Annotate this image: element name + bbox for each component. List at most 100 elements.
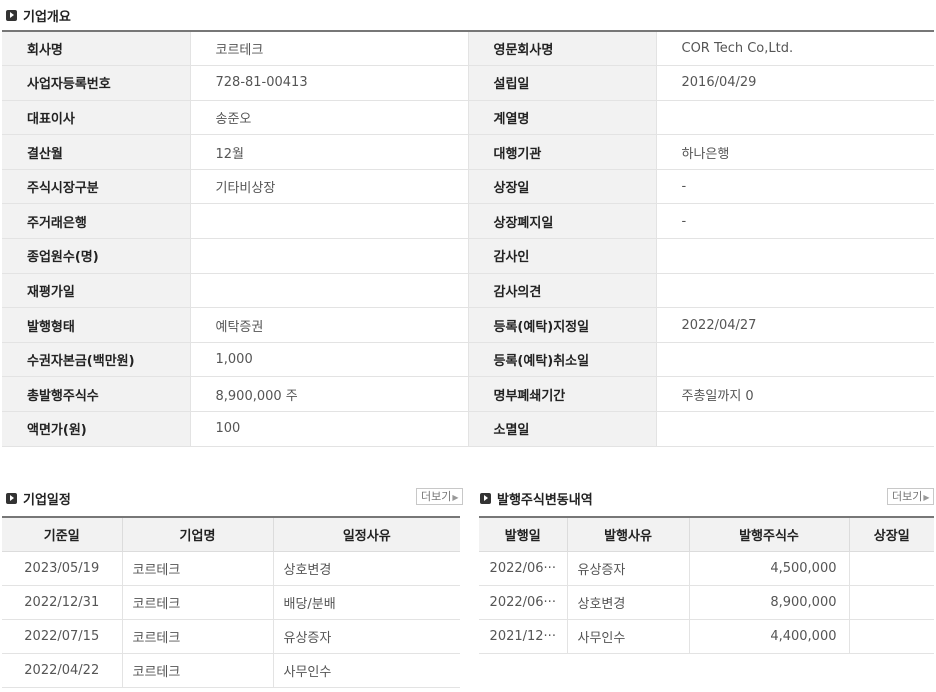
overview-label: 재평가일 [2, 273, 190, 309]
shares-more-label: 더보기 [892, 490, 923, 503]
shares-row: 2022/06··· 상호변경 8,900,000 [479, 585, 934, 620]
overview-value [655, 273, 934, 309]
overview-value: 12월 [189, 134, 468, 170]
overview-row: 수권자본금(백만원) 1,000 등록(예탁)취소일 [2, 342, 934, 378]
schedule-cell: 2022/07/15 [2, 619, 122, 654]
overview-value: 1,000 [189, 342, 468, 378]
schedule-section-title: 기업일정 [6, 489, 71, 508]
chevron-right-icon: ▶ [923, 493, 930, 502]
overview-row: 주식시장구분 기타비상장 상장일 - [2, 169, 934, 205]
overview-table: 회사명 코르테크 영문회사명 COR Tech Co,Ltd. 사업자등록번호 728-8… [2, 30, 934, 447]
overview-label: 대표이사 [2, 100, 190, 136]
shares-table-body: 2022/06··· 유상증자 4,500,000 2022/06··· 상호변경 8,9… [479, 551, 934, 654]
shares-cell: 2022/06··· [479, 551, 567, 586]
overview-value [189, 238, 468, 274]
shares-title-text: 발행주식변동내역 [497, 493, 593, 508]
overview-row: 주거래은행 상장폐지일 - [2, 203, 934, 240]
overview-value: 송준오 [189, 100, 468, 136]
overview-value [655, 100, 934, 136]
overview-value: 예탁증권 [189, 307, 468, 343]
overview-row: 재평가일 감사의견 [2, 273, 934, 309]
overview-row: 사업자등록번호 728-81-00413 설립일 2016/04/29 [2, 65, 934, 101]
overview-label: 계열명 [467, 100, 656, 136]
overview-value: 2022/04/27 [655, 307, 934, 343]
overview-value: COR Tech Co,Ltd. [655, 31, 934, 67]
schedule-cell: 코르테크 [121, 653, 273, 688]
overview-row: 액면가(원) 100 소멸일 [2, 411, 934, 447]
triangle-bullet-icon [480, 493, 491, 504]
schedule-cell: 상호변경 [272, 551, 460, 586]
schedule-row: 2022/04/22 코르테크 사무인수 [2, 653, 460, 688]
overview-label: 상장폐지일 [467, 203, 656, 240]
schedule-cell: 2022/12/31 [2, 585, 122, 620]
overview-value [655, 238, 934, 274]
overview-row: 발행형태 예탁증권 등록(예탁)지정일 2022/04/27 [2, 307, 934, 343]
schedule-cell: 코르테크 [121, 619, 273, 654]
shares-cell: 상호변경 [566, 585, 689, 620]
overview-label: 소멸일 [467, 411, 656, 447]
overview-value: - [655, 169, 934, 205]
overview-value [189, 273, 468, 309]
overview-row: 대표이사 송준오 계열명 [2, 100, 934, 136]
overview-label: 상장일 [467, 169, 656, 205]
overview-value: 주총일까지 0 [655, 376, 934, 413]
shares-cell: 8,900,000 [688, 585, 849, 620]
overview-title-text: 기업개요 [23, 10, 71, 25]
overview-label: 사업자등록번호 [2, 65, 190, 101]
overview-value: 2016/04/29 [655, 65, 934, 101]
schedule-table: 기준일 기업명 일정사유 2023/05/19 코르테크 상호변경 2022/12/31 코… [2, 516, 460, 688]
shares-column-header: 발행주식수 [688, 517, 849, 552]
schedule-cell: 2023/05/19 [2, 551, 122, 586]
schedule-row: 2022/12/31 코르테크 배당/분배 [2, 585, 460, 620]
overview-label: 감사의견 [467, 273, 656, 309]
shares-row: 2021/12··· 사무인수 4,400,000 [479, 619, 934, 654]
overview-value: - [655, 203, 934, 240]
overview-value: 8,900,000 주 [189, 376, 468, 413]
schedule-table-body: 2023/05/19 코르테크 상호변경 2022/12/31 코르테크 배당/분배 202… [2, 551, 460, 688]
shares-cell: 유상증자 [566, 551, 689, 586]
overview-value [655, 342, 934, 378]
overview-label: 등록(예탁)취소일 [467, 342, 656, 378]
overview-value: 기타비상장 [189, 169, 468, 205]
shares-cell [848, 551, 934, 586]
overview-label: 주식시장구분 [2, 169, 190, 205]
shares-column-header: 상장일 [848, 517, 934, 552]
overview-label: 대행기관 [467, 134, 656, 170]
overview-row: 종업원수(명) 감사인 [2, 238, 934, 274]
shares-cell: 사무인수 [566, 619, 689, 654]
overview-table-body: 회사명 코르테크 영문회사명 COR Tech Co,Ltd. 사업자등록번호 728-8… [2, 31, 934, 447]
overview-value [655, 411, 934, 447]
schedule-cell: 배당/분배 [272, 585, 460, 620]
schedule-title-text: 기업일정 [23, 493, 71, 508]
overview-label: 주거래은행 [2, 203, 190, 240]
overview-label: 발행형태 [2, 307, 190, 343]
shares-more-button[interactable]: 더보기▶ [887, 488, 934, 505]
shares-section-title: 발행주식변동내역 [480, 489, 593, 508]
shares-cell: 4,400,000 [688, 619, 849, 654]
schedule-cell: 사무인수 [272, 653, 460, 688]
shares-cell: 4,500,000 [688, 551, 849, 586]
overview-label: 영문회사명 [467, 31, 656, 67]
schedule-row: 2023/05/19 코르테크 상호변경 [2, 551, 460, 586]
overview-label: 설립일 [467, 65, 656, 101]
schedule-cell: 유상증자 [272, 619, 460, 654]
chevron-right-icon: ▶ [452, 493, 459, 502]
schedule-more-label: 더보기 [421, 490, 452, 503]
shares-cell: 2022/06··· [479, 585, 567, 620]
overview-label: 등록(예탁)지정일 [467, 307, 656, 343]
shares-column-header: 발행일 [479, 517, 567, 552]
overview-label: 회사명 [2, 31, 190, 67]
overview-row: 회사명 코르테크 영문회사명 COR Tech Co,Ltd. [2, 31, 934, 67]
overview-row: 결산월 12월 대행기관 하나은행 [2, 134, 934, 170]
overview-value: 728-81-00413 [189, 65, 468, 101]
overview-label: 수권자본금(백만원) [2, 342, 190, 378]
shares-cell: 2021/12··· [479, 619, 567, 654]
overview-label: 총발행주식수 [2, 376, 190, 413]
schedule-more-button[interactable]: 더보기▶ [416, 488, 463, 505]
schedule-row: 2022/07/15 코르테크 유상증자 [2, 619, 460, 654]
schedule-cell: 코르테크 [121, 585, 273, 620]
overview-value: 100 [189, 411, 468, 447]
triangle-bullet-icon [6, 10, 17, 21]
shares-cell [848, 585, 934, 620]
overview-row: 총발행주식수 8,900,000 주 명부폐쇄기간 주총일까지 0 [2, 376, 934, 413]
